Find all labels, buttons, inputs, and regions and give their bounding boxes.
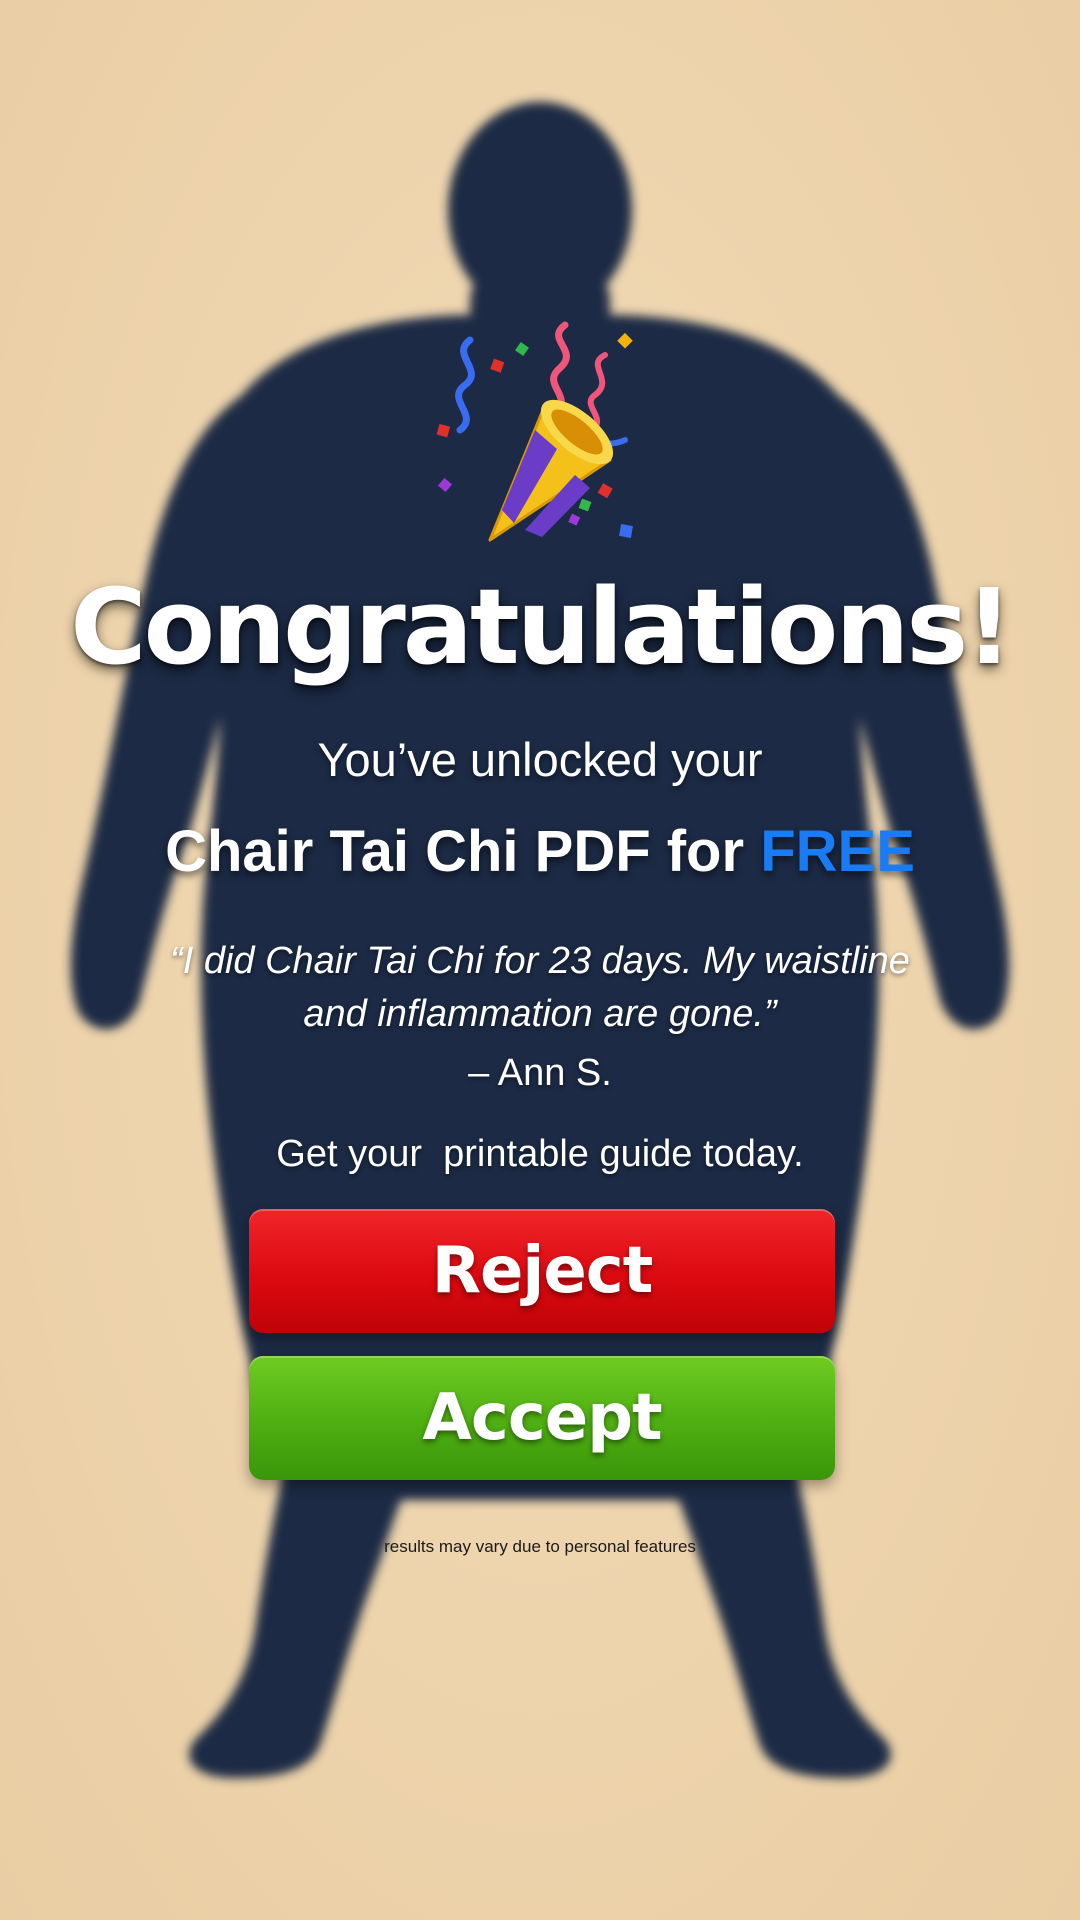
cta-text: Get your printable guide today. xyxy=(276,1133,804,1175)
party-popper-icon xyxy=(436,321,633,542)
reject-button[interactable]: Reject xyxy=(249,1209,835,1333)
page-title: Congratulations! xyxy=(70,566,1013,688)
free-highlight: FREE xyxy=(760,819,915,884)
promo-screen: Congratulations! You’ve unlocked your Ch… xyxy=(0,0,1080,1920)
disclaimer-text: results may vary due to personal feature… xyxy=(384,1537,696,1556)
unlock-subtitle: You’ve unlocked your xyxy=(317,733,763,786)
testimonial-author: – Ann S. xyxy=(468,1052,612,1094)
offer-text: Chair Tai Chi PDF for xyxy=(165,819,761,884)
testimonial-quote: “I did Chair Tai Chi for 23 days. My wai… xyxy=(170,940,910,1035)
offer-heading: Chair Tai Chi PDF for FREE xyxy=(0,818,1080,885)
accept-button[interactable]: Accept xyxy=(249,1356,835,1480)
promo-content: Congratulations! You’ve unlocked your Ch… xyxy=(0,0,1080,1920)
